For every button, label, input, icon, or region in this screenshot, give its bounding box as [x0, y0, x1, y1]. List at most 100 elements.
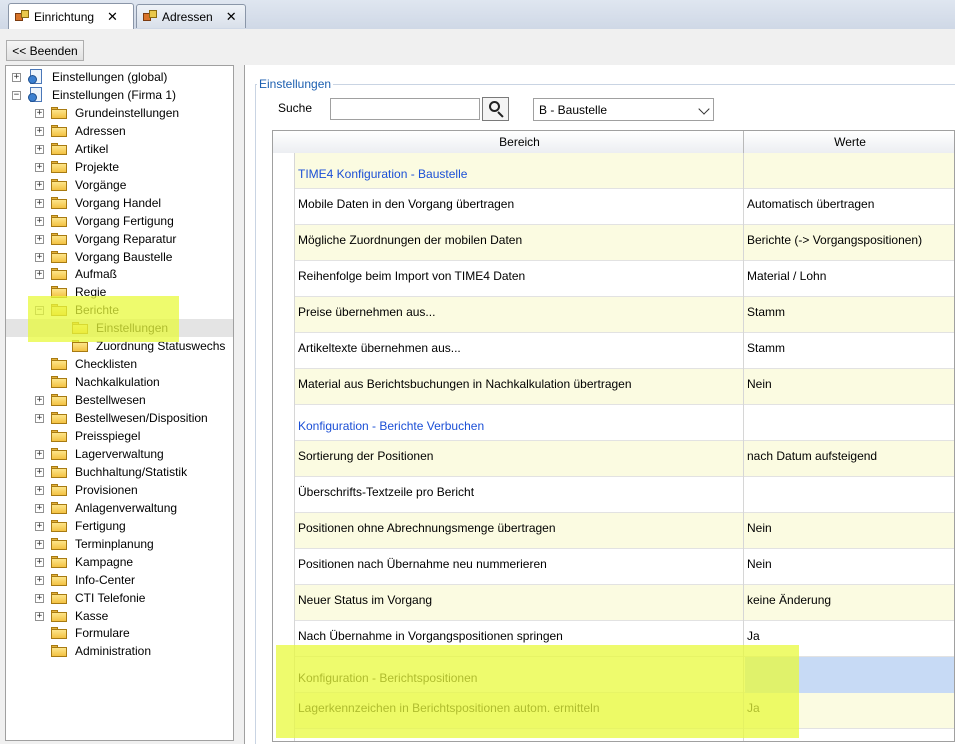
grid-row[interactable]: Mobile Daten in den Vorgang übertragen Au… [295, 189, 954, 225]
tree-item[interactable]: + Provisionen [6, 481, 233, 499]
grid-row[interactable]: Mögliche Zuordnungen der mobilen Daten Be… [295, 225, 954, 261]
tree-item[interactable]: Checklisten [6, 355, 233, 373]
cell-werte[interactable]: Stamm [747, 305, 785, 319]
expand-icon[interactable]: + [35, 162, 44, 172]
cell-werte[interactable]: Nein [747, 557, 772, 571]
cell-werte[interactable]: Nein [747, 377, 772, 391]
expand-icon[interactable]: + [12, 73, 21, 82]
grid-row[interactable]: Preise übernehmen aus... Stamm [295, 297, 954, 333]
grid-row[interactable]: Nach Übernahme in Vorgangspositionen spr… [295, 621, 954, 657]
tree-item[interactable]: + Aufmaß [6, 265, 233, 283]
expand-icon[interactable]: + [35, 575, 44, 585]
grid-row[interactable]: Material aus Berichtsbuchungen in Nachka… [295, 369, 954, 405]
tree-item[interactable]: Einstellungen [6, 319, 233, 338]
tree-item[interactable]: Regie [6, 283, 233, 301]
grid-row[interactable]: Positionen nach Übernahme neu nummeriere… [295, 549, 954, 585]
expand-icon[interactable]: + [35, 611, 44, 621]
collapse-icon[interactable]: − [35, 306, 44, 316]
tree-item[interactable]: + Kampagne [6, 553, 233, 571]
expand-icon[interactable]: + [35, 198, 44, 208]
cell-werte[interactable]: Berichte (-> Vorgangspositionen) [747, 233, 922, 247]
tree-item[interactable]: + Vorgang Reparatur [6, 230, 233, 248]
expand-icon[interactable]: + [35, 108, 44, 118]
folder-icon [51, 645, 67, 658]
cell-werte[interactable]: Material / Lohn [747, 269, 826, 283]
tree-item[interactable]: Nachkalkulation [6, 373, 233, 391]
search-button[interactable] [482, 97, 509, 121]
expand-icon[interactable]: + [35, 414, 44, 424]
tree-item[interactable]: + CTI Telefonie [6, 589, 233, 607]
cell-werte[interactable]: Ja [747, 701, 760, 715]
expand-icon[interactable]: + [35, 593, 44, 603]
tree-item[interactable]: Formulare [6, 624, 233, 642]
tree-item[interactable]: − Berichte [6, 301, 233, 319]
expand-icon[interactable]: + [35, 503, 44, 513]
expand-icon[interactable]: + [35, 144, 44, 154]
expand-icon[interactable]: + [35, 449, 44, 459]
tree-item[interactable]: + Adressen [6, 122, 233, 140]
tree-item[interactable]: + Projekte [6, 158, 233, 176]
column-header-werte[interactable]: Werte [744, 135, 954, 149]
grid-section-row[interactable]: Konfiguration - Berichtspositionen [295, 657, 954, 693]
tree-item[interactable]: + Buchhaltung/Statistik [6, 463, 233, 481]
cell-werte[interactable]: nach Datum aufsteigend [747, 449, 877, 463]
tree-item[interactable]: + Vorgänge [6, 176, 233, 194]
tree-item[interactable]: Administration [6, 642, 233, 660]
cell-bereich: Neuer Status im Vorgang [298, 593, 433, 607]
beenden-button[interactable]: << Beenden [6, 40, 84, 61]
close-icon[interactable]: ✕ [226, 9, 237, 25]
tree-item[interactable]: + Lagerverwaltung [6, 445, 233, 463]
grid-row[interactable]: Neuer Status im Vorgang keine Änderung [295, 585, 954, 621]
cell-werte[interactable]: Ja [747, 629, 760, 643]
close-icon[interactable]: ✕ [107, 9, 118, 25]
tree-item[interactable]: + Vorgang Baustelle [6, 248, 233, 266]
expand-icon[interactable]: + [35, 180, 44, 190]
search-input[interactable] [330, 98, 480, 120]
expand-icon[interactable]: + [35, 270, 44, 280]
tree-item[interactable]: Zuordnung Statuswechs [6, 337, 233, 355]
expand-icon[interactable]: + [35, 539, 44, 549]
grid-row[interactable]: Überschrifts-Textzeile pro Bericht [295, 477, 954, 513]
grid-section-row[interactable]: Konfiguration - Berichte Verbuchen [295, 405, 954, 441]
tree-item[interactable]: + Vorgang Fertigung [6, 212, 233, 230]
tree-item[interactable]: + Einstellungen (global) [6, 68, 233, 86]
tab-einrichtung[interactable]: Einrichtung ✕ [8, 3, 134, 29]
tree-item[interactable]: + Vorgang Handel [6, 194, 233, 212]
expand-icon[interactable]: + [35, 216, 44, 226]
grid-section-row[interactable]: TIME4 Konfiguration - Baustelle [295, 153, 954, 189]
tree-item[interactable]: + Bestellwesen/Disposition [6, 409, 233, 427]
tree-item[interactable]: + Grundeinstellungen [6, 104, 233, 122]
tree-item[interactable]: + Terminplanung [6, 535, 233, 553]
tree-item[interactable]: + Anlagenverwaltung [6, 499, 233, 517]
expand-icon[interactable]: + [35, 521, 44, 531]
expand-icon[interactable]: + [35, 234, 44, 244]
expand-icon[interactable]: + [35, 252, 44, 262]
expand-icon[interactable]: + [35, 396, 44, 406]
cell-werte[interactable]: Nein [747, 521, 772, 535]
tab-adressen[interactable]: Adressen ✕ [136, 4, 246, 28]
tree-item[interactable]: − Einstellungen (Firma 1) [6, 86, 233, 104]
expand-icon[interactable]: + [35, 126, 44, 136]
grid-row[interactable]: Lagerkennzeichen in Berichtspositionen a… [295, 693, 954, 729]
grid-row[interactable]: Positionen ohne Abrechnungsmenge übertra… [295, 513, 954, 549]
grid-row[interactable]: Sortierung der Positionen nach Datum aufs… [295, 441, 954, 477]
category-select[interactable]: B - Baustelle [533, 98, 714, 121]
cell-werte[interactable]: Automatisch übertragen [747, 197, 874, 211]
grid-row[interactable]: Artikeltexte übernehmen aus... Stamm [295, 333, 954, 369]
cell-werte[interactable]: Stamm [747, 341, 785, 355]
tree-item[interactable]: + Kasse [6, 607, 233, 625]
expand-icon[interactable]: + [35, 467, 44, 477]
tree-item[interactable]: + Bestellwesen [6, 391, 233, 409]
cell-werte[interactable]: keine Änderung [747, 593, 831, 607]
tree-item[interactable]: + Info-Center [6, 571, 233, 589]
collapse-icon[interactable]: − [12, 90, 21, 100]
tree-item-label: Bestellwesen [75, 393, 146, 408]
column-header-bereich[interactable]: Bereich [295, 135, 744, 149]
focused-cell[interactable] [745, 657, 954, 693]
expand-icon[interactable]: + [35, 485, 44, 495]
grid-row[interactable]: Reihenfolge beim Import von TIME4 Daten M… [295, 261, 954, 297]
tree-item[interactable]: Preisspiegel [6, 427, 233, 445]
expand-icon[interactable]: + [35, 557, 44, 567]
tree-item[interactable]: + Fertigung [6, 517, 233, 535]
tree-item[interactable]: + Artikel [6, 140, 233, 158]
